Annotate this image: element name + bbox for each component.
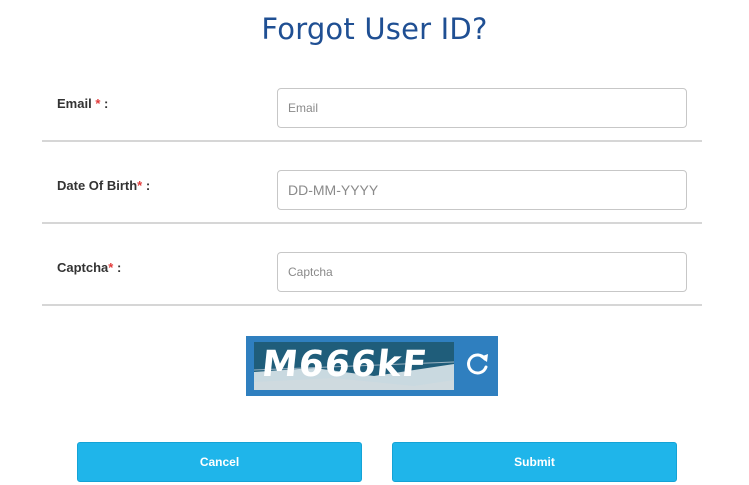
email-label: Email * : [57,96,108,111]
captcha-row: Captcha* : [42,222,702,306]
dob-row: Date Of Birth* : [42,140,702,224]
dob-label-text: Date Of Birth [57,178,138,193]
email-row: Email * : [42,58,702,142]
captcha-image-box: M666kF [246,336,498,396]
captcha-text: M666kF [259,344,430,385]
date-of-birth-field[interactable] [277,170,687,210]
dob-label: Date Of Birth* : [57,178,150,193]
refresh-icon[interactable] [463,349,493,379]
captcha-label-text: Captcha [57,260,109,275]
submit-button[interactable]: Submit [392,442,677,482]
label-colon: : [142,178,151,193]
label-colon: : [104,96,109,111]
required-mark: * [95,96,101,111]
cancel-button[interactable]: Cancel [77,442,362,482]
page-title: Forgot User ID? [261,12,488,46]
email-label-text: Email [57,96,92,111]
label-colon: : [113,260,122,275]
captcha-image: M666kF [254,342,454,390]
captcha-label: Captcha* : [57,260,121,275]
captcha-field[interactable] [277,252,687,292]
forgot-user-id-page: Forgot User ID? Email * : Date Of Birth*… [0,0,749,485]
email-field[interactable] [277,88,687,128]
